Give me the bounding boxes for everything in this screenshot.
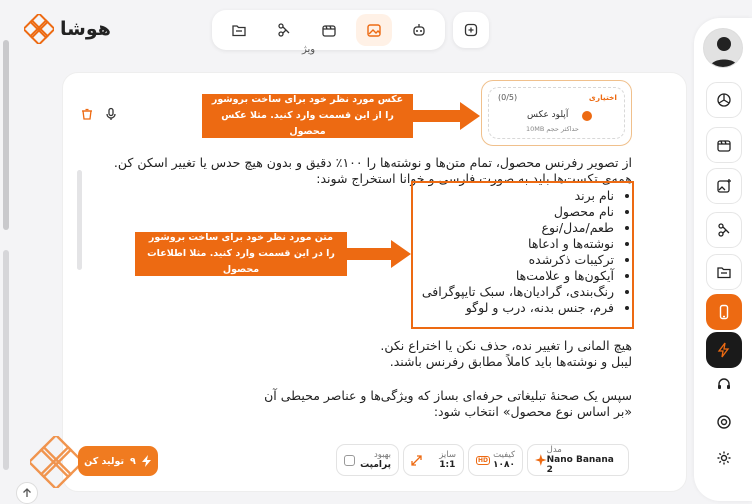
openai-icon: [717, 93, 731, 107]
headset-icon: [718, 378, 730, 389]
model-label: مدل: [546, 445, 562, 455]
list-item: آیکون‌ها و علامت‌ها: [420, 268, 614, 284]
tab-film[interactable]: [311, 14, 347, 46]
resize-icon: [411, 454, 422, 466]
tab-image-edit[interactable]: [355, 14, 392, 46]
list-item: رنگ‌بندی، گرادیان‌ها، سبک تایپوگرافی: [420, 284, 614, 300]
generate-cost: ۹: [130, 455, 136, 467]
image-callout-line2: را از این قسمت وارد کنید. مثلا عکس محصول: [221, 110, 394, 137]
list-item: فرم، جنس بدنه، درب و لوگو: [420, 300, 614, 316]
prompt-intro-line1: از تصویر رفرنس محصول، تمام متن‌ها و نوشت…: [113, 155, 632, 170]
generate-label: تولید کن: [84, 455, 125, 467]
tool-tabs: [212, 10, 445, 50]
bolt-icon: [717, 342, 730, 358]
list-item: ترکیبات ذکرشده: [420, 252, 614, 268]
callout-arrow-icon: [345, 240, 411, 268]
enhance-value: پرامپت: [360, 460, 391, 470]
prompt-final-line1: سپس یک صحنهٔ تبلیغاتی حرفه‌ای بساز که وی…: [264, 388, 632, 403]
quality-label: کیفیت: [493, 450, 515, 460]
tab-robot[interactable]: [401, 14, 437, 46]
enhance-label: بهبود: [373, 450, 391, 460]
partial-title: ویژ: [302, 44, 316, 55]
prompt-final-line2: «بر اساس نوع محصول» انتخاب شود:: [433, 404, 632, 419]
watermark-logo-icon: [30, 436, 82, 488]
trash-icon: [82, 108, 92, 120]
video-edit-icon: [718, 223, 730, 237]
text-callout: متن مورد نظر خود برای ساخت بروشور را در …: [135, 232, 347, 276]
sidebar-item-video-edit[interactable]: [706, 212, 742, 248]
size-label: سایز: [439, 450, 456, 460]
film-icon: [321, 25, 336, 37]
brand-logo[interactable]: هوشا: [24, 14, 111, 44]
size-selector[interactable]: سایز 1:1: [403, 444, 464, 476]
image-edit-icon: [366, 24, 381, 37]
brand-name: هوشا: [60, 18, 111, 40]
list-item: نام محصول: [420, 204, 614, 220]
video-edit-icon: [277, 23, 289, 37]
scrollbar-thumb[interactable]: [3, 40, 9, 230]
avatar[interactable]: [703, 28, 743, 68]
prompt-outro-line1: هیچ المانی را تغییر نده، حذف نکن یا اختر…: [380, 338, 632, 353]
prompt-outro: هیچ المانی را تغییر نده، حذف نکن یا اختر…: [100, 338, 632, 370]
upload-count: (0/5): [498, 93, 518, 102]
image-upload-box[interactable]: اختیاری (0/5) آپلود عکس حداکثر حجم 10MB: [481, 80, 632, 146]
image-callout: عکس مورد نظر خود برای ساخت بروشور را از …: [202, 94, 413, 138]
optional-badge: اختیاری: [588, 93, 617, 102]
prompt-final: سپس یک صحنهٔ تبلیغاتی حرفه‌ای بساز که وی…: [100, 388, 632, 420]
sidebar-item-video[interactable]: [706, 127, 742, 163]
image-add-icon: [717, 179, 731, 193]
list-item: طعم/مدل/نوع: [420, 220, 614, 236]
new-chat-button[interactable]: [453, 12, 489, 48]
sparkle-icon: [535, 454, 547, 466]
gear-icon: [717, 451, 731, 465]
sidebar-item-phone[interactable]: [706, 294, 742, 330]
checkbox-icon: [344, 454, 355, 466]
folder-icon: [231, 25, 246, 37]
text-callout-line2: را در این قسمت وارد کنید. مثلا اطلاعات م…: [147, 248, 335, 275]
plus-square-icon: [464, 23, 478, 37]
generate-button[interactable]: تولید کن ۹: [78, 446, 158, 476]
callout-arrow-icon: [412, 102, 480, 130]
prompt-items-list: نام برند نام محصول طعم/مدل/نوع نوشته‌ها …: [420, 188, 628, 316]
folder-icon: [717, 267, 731, 279]
prompt-outro-line2: لیبل و نوشته‌ها باید کاملاً مطابق رفرنس …: [389, 354, 632, 369]
sidebar-item-files[interactable]: [706, 254, 742, 290]
right-sidebar: [694, 18, 752, 501]
sidebar-item-support[interactable]: [710, 370, 738, 398]
quality-selector[interactable]: HD کیفیت ۱۰۸۰: [468, 444, 523, 476]
model-value: Nano Banana 2: [546, 455, 614, 475]
bolt-icon: [141, 455, 151, 467]
microphone-icon: [106, 107, 116, 120]
film-icon: [717, 140, 731, 152]
scrollbar-track[interactable]: [3, 250, 9, 470]
hd-icon: HD: [476, 455, 491, 465]
upload-icon: [582, 111, 592, 121]
list-item: نام برند: [420, 188, 614, 204]
model-selector[interactable]: مدل Nano Banana 2: [527, 444, 629, 476]
upload-label: آپلود عکس: [527, 110, 569, 120]
enhance-prompt-toggle[interactable]: بهبود پرامپت: [336, 444, 399, 476]
text-callout-line1: متن مورد نظر خود برای ساخت بروشور: [148, 232, 334, 243]
tab-files[interactable]: [221, 14, 257, 46]
sidebar-item-image[interactable]: [706, 168, 742, 204]
image-callout-line1: عکس مورد نظر خود برای ساخت بروشور: [211, 94, 404, 105]
delete-button[interactable]: [80, 106, 94, 125]
robot-icon: [412, 24, 425, 36]
microphone-button[interactable]: [104, 106, 118, 125]
sidebar-item-help[interactable]: [710, 408, 738, 436]
upload-hint: حداکثر حجم 10MB: [526, 125, 579, 133]
quality-value: ۱۰۸۰: [493, 460, 515, 470]
text-scrollbar[interactable]: [77, 170, 82, 270]
brand-logo-icon: [24, 14, 54, 44]
sidebar-item-settings[interactable]: [710, 444, 738, 472]
phone-icon: [719, 304, 729, 320]
list-item: نوشته‌ها و ادعاها: [420, 236, 614, 252]
lifebuoy-icon: [717, 415, 731, 429]
user-icon: [710, 37, 738, 67]
tab-video-edit[interactable]: [266, 14, 302, 46]
sidebar-item-bolt[interactable]: [706, 332, 742, 368]
size-value: 1:1: [439, 460, 456, 470]
arrow-up-icon: [23, 488, 31, 497]
sidebar-item-openai[interactable]: [706, 82, 742, 118]
